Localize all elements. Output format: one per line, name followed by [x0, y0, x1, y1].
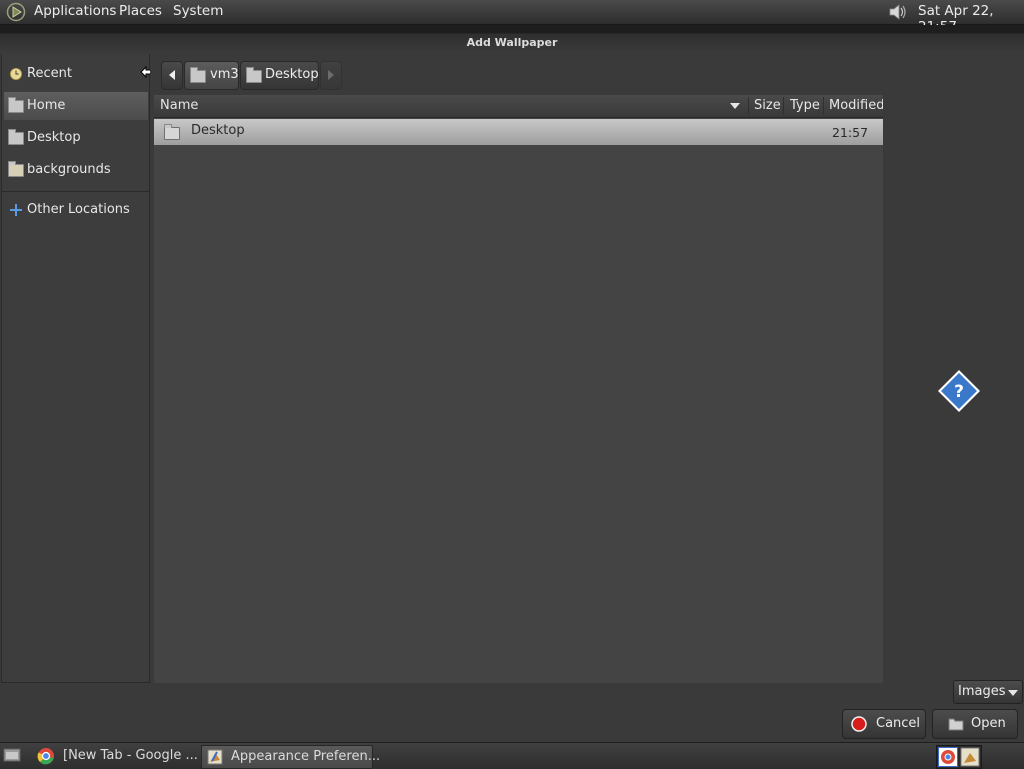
- sidebar-item-recent[interactable]: Recent: [4, 60, 148, 88]
- sidebar-item-backgrounds[interactable]: backgrounds: [4, 156, 148, 184]
- task-appearance-preferences[interactable]: Appearance Preferen...: [201, 745, 380, 769]
- desktop-folder-icon: [8, 129, 24, 146]
- desktop-folder-icon: [246, 67, 262, 83]
- file-name: Desktop: [191, 123, 245, 138]
- column-header-type[interactable]: Type: [790, 98, 820, 113]
- menu-system[interactable]: System: [173, 3, 223, 19]
- table-row[interactable]: Desktop 21:57: [154, 119, 883, 145]
- open-button[interactable]: Open: [932, 709, 1018, 739]
- sort-arrow-icon: [730, 103, 740, 109]
- places-sidebar: Recent Home Desktop backgrounds Other Lo…: [1, 54, 150, 683]
- chrome-icon: [37, 748, 54, 765]
- help-icon: ?: [938, 370, 980, 412]
- file-modified: 21:57: [832, 125, 869, 140]
- cancel-button[interactable]: Cancel: [842, 709, 926, 739]
- sidebar-item-label: backgrounds: [27, 162, 111, 177]
- column-header-name[interactable]: Name: [160, 98, 198, 113]
- task-chrome[interactable]: [New Tab - Google ...: [33, 745, 198, 767]
- cancel-icon: [851, 716, 867, 732]
- dialog-title-bar[interactable]: Add Wallpaper: [0, 25, 1024, 54]
- sidebar-item-label: Home: [27, 98, 66, 113]
- sidebar-item-label: Desktop: [27, 130, 81, 145]
- sidebar-item-label: Other Locations: [27, 202, 130, 217]
- path-segment-vm3[interactable]: vm3: [184, 61, 239, 90]
- path-segment-label: Desktop: [265, 67, 319, 82]
- file-list-header: Name Size Type Modified: [154, 95, 884, 118]
- path-segment-label: vm3: [210, 67, 239, 82]
- sidebar-item-other-locations[interactable]: Other Locations: [4, 196, 148, 224]
- menu-places[interactable]: Places: [119, 3, 162, 19]
- desktop-folder-icon: [164, 124, 180, 140]
- sidebar-item-home[interactable]: Home: [4, 92, 148, 120]
- plus-icon: [10, 204, 22, 216]
- file-type-filter-dropdown[interactable]: Images: [953, 680, 1023, 704]
- arrow-right-icon: [328, 70, 334, 80]
- sidebar-item-label: Recent: [27, 66, 72, 81]
- appearance-icon: [207, 749, 223, 765]
- show-desktop-icon[interactable]: [3, 748, 21, 762]
- sidebar-item-desktop[interactable]: Desktop: [4, 124, 148, 152]
- appearance-icon: [960, 747, 980, 767]
- preview-area: ?: [883, 95, 1024, 683]
- file-type-filter-value: Images: [958, 684, 1006, 699]
- path-scroll-right-button[interactable]: [320, 61, 342, 90]
- top-panel: Applications Places System Sat Apr 22, 2…: [0, 0, 1024, 35]
- chevron-down-icon: [1008, 690, 1018, 696]
- menu-applications[interactable]: Applications: [34, 3, 116, 19]
- dialog-title: Add Wallpaper: [466, 36, 558, 49]
- workspace-switcher[interactable]: [936, 745, 982, 769]
- column-header-modified[interactable]: Modified: [829, 98, 884, 113]
- bottom-taskbar: [New Tab - Google ... Appearance Prefere…: [0, 742, 1024, 769]
- folder-icon: [8, 161, 24, 178]
- svg-text:?: ?: [954, 382, 964, 402]
- home-folder-icon: [190, 67, 206, 83]
- task-label: [New Tab - Google ...: [63, 748, 198, 763]
- open-button-label: Open: [971, 716, 1006, 731]
- recent-icon: [9, 67, 23, 81]
- gnome-foot-icon[interactable]: [6, 2, 28, 22]
- sidebar-separator: [2, 191, 149, 192]
- path-bar: vm3 Desktop: [150, 54, 1024, 95]
- path-scroll-left-button[interactable]: [161, 61, 183, 90]
- cancel-button-label: Cancel: [876, 716, 921, 731]
- path-segment-desktop[interactable]: Desktop: [240, 61, 319, 90]
- arrow-left-icon: [169, 70, 175, 80]
- column-header-size[interactable]: Size: [754, 98, 781, 113]
- volume-icon[interactable]: [886, 2, 908, 22]
- open-folder-icon: [948, 718, 964, 731]
- task-label: Appearance Preferen...: [231, 749, 381, 764]
- home-folder-icon: [8, 97, 24, 114]
- chrome-icon: [938, 747, 958, 767]
- file-list[interactable]: Name Size Type Modified Desktop 21:57: [154, 95, 884, 683]
